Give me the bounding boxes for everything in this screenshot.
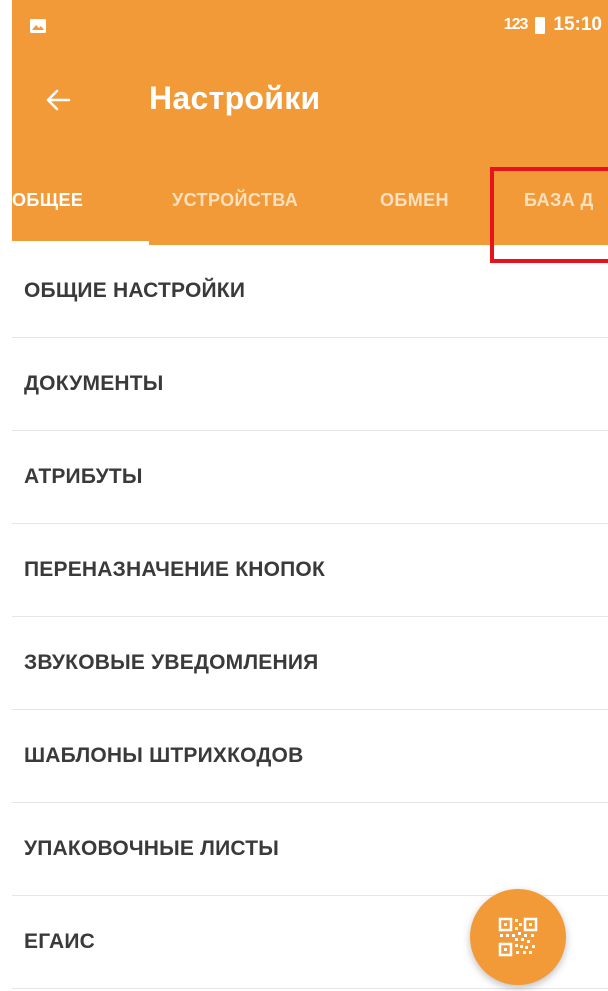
- battery-icon: [535, 16, 546, 34]
- menu-item-label: ОБЩИЕ НАСТРОЙКИ: [24, 279, 246, 302]
- status-time: 15:10: [553, 14, 602, 35]
- menu-item-label: ДОКУМЕНТЫ: [24, 372, 164, 395]
- status-right-group: 123 15:10: [504, 14, 602, 36]
- menu-item-attributes[interactable]: АТРИБУТЫ: [12, 431, 608, 524]
- gallery-icon: [30, 19, 46, 33]
- menu-item-label: ПЕРЕНАЗНАЧЕНИЕ КНОПОК: [24, 558, 325, 581]
- menu-item-general-settings[interactable]: ОБЩИЕ НАСТРОЙКИ: [12, 245, 608, 338]
- tab-exchange[interactable]: ОБМЕН: [380, 190, 449, 211]
- menu-item-label: АТРИБУТЫ: [24, 465, 143, 488]
- scan-qr-fab[interactable]: [470, 889, 566, 985]
- settings-menu: ОБЩИЕ НАСТРОЙКИ ДОКУМЕНТЫ АТРИБУТЫ ПЕРЕН…: [12, 245, 608, 989]
- qr-code-icon: [498, 917, 538, 957]
- menu-item-label: ШАБЛОНЫ ШТРИХКОДОВ: [24, 744, 304, 767]
- menu-item-label: УПАКОВОЧНЫЕ ЛИСТЫ: [24, 837, 280, 860]
- menu-item-button-remapping[interactable]: ПЕРЕНАЗНАЧЕНИЕ КНОПОК: [12, 524, 608, 617]
- settings-screen: 123 15:10 Настройки ОБЩЕЕ УСТРОЙСТВА ОБМ…: [0, 0, 608, 991]
- network-type-label: 123: [503, 16, 529, 33]
- menu-item-barcode-templates[interactable]: ШАБЛОНЫ ШТРИХКОДОВ: [12, 710, 608, 803]
- menu-item-documents[interactable]: ДОКУМЕНТЫ: [12, 338, 608, 431]
- toolbar: Настройки: [12, 60, 608, 140]
- back-button[interactable]: [36, 78, 80, 122]
- tab-general[interactable]: ОБЩЕЕ: [12, 190, 83, 211]
- arrow-left-icon: [46, 89, 71, 111]
- page-title: Настройки: [149, 80, 321, 116]
- tab-devices[interactable]: УСТРОЙСТВА: [172, 190, 298, 211]
- menu-item-label: ЕГАИС: [24, 930, 96, 953]
- status-bar: 123 15:10: [12, 0, 608, 46]
- menu-item-packing-lists[interactable]: УПАКОВОЧНЫЕ ЛИСТЫ: [12, 803, 608, 896]
- menu-item-sound-notifications[interactable]: ЗВУКОВЫЕ УВЕДОМЛЕНИЯ: [12, 617, 608, 710]
- menu-item-label: ЗВУКОВЫЕ УВЕДОМЛЕНИЯ: [24, 651, 319, 674]
